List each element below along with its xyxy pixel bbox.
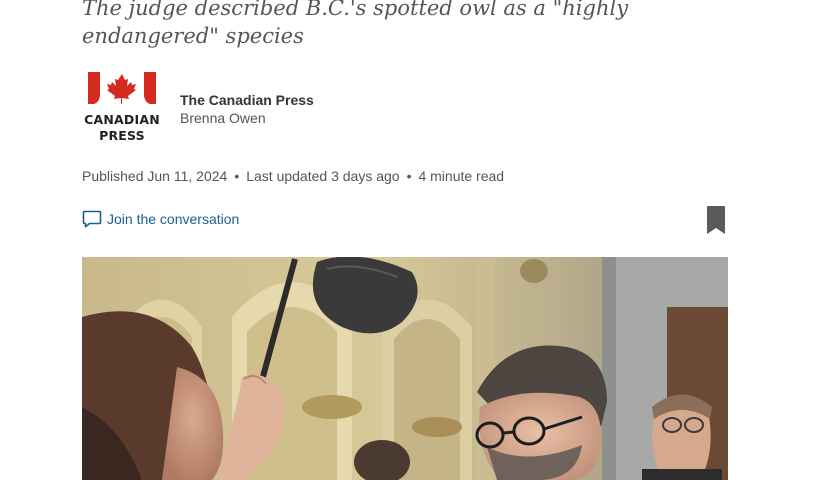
meta-separator: • [234,168,240,184]
publisher-logo-line2: PRESS [99,128,145,143]
article-subheadline: The judge described B.C.'s spotted owl a… [82,0,629,48]
join-conversation-label: Join the conversation [107,211,240,227]
publisher-logo-line1: CANADIAN [84,112,160,127]
byline-text: The Canadian Press Brenna Owen [180,91,314,127]
maple-leaf-logo-icon [88,72,156,104]
bookmark-button[interactable] [706,205,726,235]
byline-publisher[interactable]: The Canadian Press [180,91,314,109]
last-updated: Last updated 3 days ago [246,168,400,184]
publisher-logo-text: CANADIAN PRESS [82,112,162,144]
speech-bubble-icon [82,210,102,228]
join-conversation-link[interactable]: Join the conversation [82,210,239,228]
read-time: 4 minute read [418,168,505,184]
bookmark-icon [707,206,725,234]
article-photo-image [82,257,728,480]
article-photo[interactable] [82,257,728,480]
published-date: Published Jun 11, 2024 [82,168,228,184]
byline-author[interactable]: Brenna Owen [180,109,314,127]
publisher-logo[interactable]: CANADIAN PRESS [82,70,162,148]
article-meta: Published Jun 11, 2024 • Last updated 3 da… [82,168,504,184]
meta-separator: • [406,168,412,184]
byline: CANADIAN PRESS The Canadian Press Brenna… [82,70,482,150]
